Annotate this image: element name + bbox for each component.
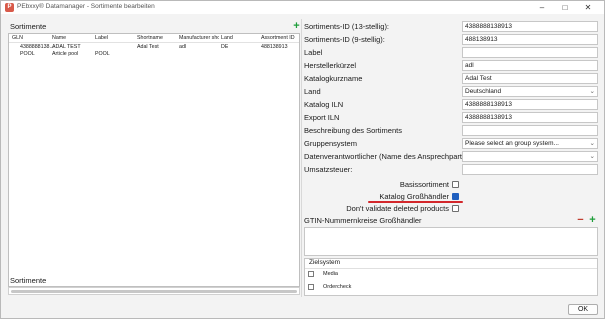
cell-shortname: Adal Test	[137, 44, 159, 50]
scrollbar-thumb[interactable]	[11, 290, 297, 293]
label-gruppensystem: Gruppensystem	[304, 139, 357, 148]
minimize-button[interactable]: –	[532, 1, 552, 14]
sortimente-list[interactable]: GLN Name Label Shortname Manufacturer sh…	[8, 33, 300, 287]
column-header-manufacturer[interactable]: Manufacturer shc	[179, 35, 219, 41]
cell-name: Article pool	[52, 51, 79, 57]
export-iln-field[interactable]: 4388888138913	[462, 112, 598, 123]
label-herstellerkuerzel: Herstellerkürzel	[304, 61, 357, 70]
media-checkbox[interactable]	[308, 271, 314, 277]
land-select-value: Deutschland	[465, 88, 502, 95]
katalog-grosshaendler-checkbox[interactable]	[452, 193, 459, 200]
label-land: Land	[304, 87, 321, 96]
label-katalog-iln: Katalog ILN	[304, 100, 344, 109]
basissortiment-label: Basissortiment	[399, 180, 449, 189]
katalog-iln-field[interactable]: 4388888138913	[462, 99, 598, 110]
katalogkurzname-field[interactable]: Adal Test	[462, 73, 598, 84]
add-gtin-icon[interactable]: +	[588, 215, 597, 226]
cell-manufacturer: adl	[179, 44, 187, 50]
close-button[interactable]: ✕	[578, 1, 598, 14]
dialog-window: P PEbxxy® Datamanager - Sortimente bearb…	[0, 0, 605, 319]
umsatzsteuer-field[interactable]	[462, 164, 598, 175]
highlight-underline	[368, 201, 463, 203]
column-header-name[interactable]: Name	[52, 35, 66, 41]
basissortiment-checkbox[interactable]	[452, 181, 459, 188]
ok-button[interactable]: OK	[568, 304, 598, 315]
dont-validate-checkbox[interactable]	[452, 205, 459, 212]
beschreibung-field[interactable]	[462, 125, 598, 136]
label-export-iln: Export ILN	[304, 113, 340, 122]
gruppensystem-select[interactable]: Please select an group system... ⌄	[462, 138, 598, 149]
maximize-button[interactable]: □	[555, 1, 575, 14]
chevron-down-icon: ⌄	[589, 153, 595, 160]
sortimente-heading: Sortimente	[10, 22, 47, 31]
cell-assortment-id: 488138913	[261, 44, 288, 50]
cell-land: DE	[221, 44, 229, 50]
panel-divider	[301, 19, 302, 297]
column-header-assortment-id[interactable]: Assortment ID	[261, 35, 295, 41]
sortiments-id-9-field[interactable]: 488138913	[462, 34, 598, 45]
column-header-shortname[interactable]: Shortname	[137, 35, 163, 41]
datenverantwortlicher-select[interactable]: ⌄	[462, 151, 598, 162]
gtin-heading: GTIN-Nummernkreise Großhändler	[304, 216, 422, 225]
column-header-label[interactable]: Label	[95, 35, 108, 41]
gruppensystem-select-value: Please select an group system...	[465, 140, 559, 147]
label-umsatzsteuer: Umsatzsteuer:	[304, 165, 353, 174]
column-header-land[interactable]: Land	[221, 35, 233, 41]
sortiments-id-13-field[interactable]: 4388888138913	[462, 21, 598, 32]
gtin-list[interactable]	[304, 227, 598, 256]
zielsystem-list[interactable]: Zielsystem Media Ordercheck	[304, 258, 598, 296]
cell-label: POOL	[95, 51, 110, 57]
zielsystem-item-ordercheck: Ordercheck	[323, 284, 352, 290]
cell-gln: POOL	[20, 51, 35, 57]
label-datenverantwortlicher: Datenverantwortlicher (Name des Ansprech…	[304, 152, 480, 161]
chevron-down-icon: ⌄	[589, 88, 595, 95]
katalog-grosshaendler-label: Katalog Großhändler	[379, 192, 449, 201]
add-sortiment-icon[interactable]: +	[292, 21, 301, 32]
title-bar: P PEbxxy® Datamanager - Sortimente bearb…	[1, 1, 604, 14]
zielsystem-item-media: Media	[323, 271, 338, 277]
divider	[305, 268, 597, 269]
table-row[interactable]: POOL Article pool POOL	[9, 51, 299, 58]
label-field[interactable]	[462, 47, 598, 58]
label-sortiments-id-9: Sortiments-ID (9-stellig):	[304, 35, 385, 44]
remove-gtin-icon[interactable]: −	[576, 215, 585, 226]
label-beschreibung: Beschreibung des Sortiments	[304, 126, 402, 135]
herstellerkuerzel-field[interactable]: adl	[462, 60, 598, 71]
app-icon: P	[5, 3, 14, 12]
label-katalogkurzname: Katalogkurzname	[304, 74, 363, 83]
window-title: PEbxxy® Datamanager - Sortimente bearbei…	[17, 3, 155, 10]
zielsystem-header: Zielsystem	[309, 259, 341, 266]
cell-gln: 4388888138...	[20, 44, 54, 50]
label-sortiments-id-13: Sortiments-ID (13-stellig):	[304, 22, 390, 31]
land-select[interactable]: Deutschland ⌄	[462, 86, 598, 97]
horizontal-scrollbar[interactable]	[8, 287, 300, 295]
ordercheck-checkbox[interactable]	[308, 284, 314, 290]
dont-validate-label: Don't validate deleted products	[346, 204, 449, 213]
list-header: GLN Name Label Shortname Manufacturer sh…	[9, 34, 299, 43]
column-header-gln[interactable]: GLN	[12, 35, 23, 41]
label-label: Label	[304, 48, 323, 57]
cell-name: ADAL TEST	[52, 44, 81, 50]
table-row[interactable]: 4388888138... ADAL TEST Adal Test adl DE…	[9, 44, 299, 51]
chevron-down-icon: ⌄	[589, 140, 595, 147]
sortimente-footer-label: Sortimente	[10, 276, 47, 285]
